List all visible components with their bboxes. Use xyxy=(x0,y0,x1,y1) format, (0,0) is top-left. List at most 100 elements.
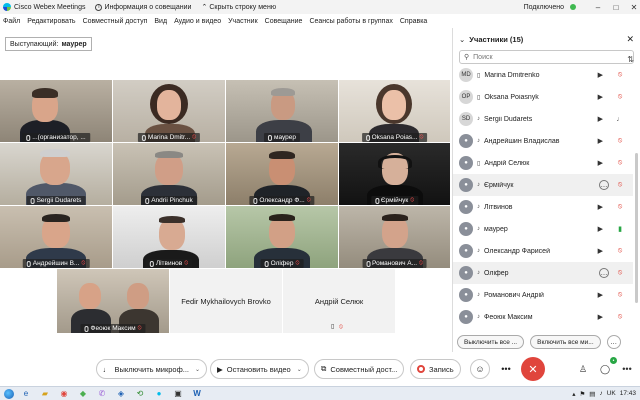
mute-button[interactable]: ♩ Выключить микроф... ⌄ xyxy=(96,359,208,379)
keyboard-language[interactable]: UK xyxy=(607,390,616,397)
close-panel-button[interactable]: ✕ xyxy=(626,34,634,45)
taskbar-viber-icon[interactable]: ✆ xyxy=(94,388,110,400)
menu-audio-video[interactable]: Аудио и видео xyxy=(174,18,221,25)
video-tile[interactable]: Оліфер ⦸ xyxy=(226,206,338,268)
taskbar-app-icon[interactable]: ◆ xyxy=(75,388,91,400)
mic-muted-icon[interactable]: ⦸ xyxy=(613,244,627,258)
mic-icon[interactable]: ♩ xyxy=(613,112,627,126)
close-button[interactable]: ✕ xyxy=(628,3,640,12)
mic-muted-icon[interactable]: ⦸ xyxy=(613,200,627,214)
participant-row[interactable]: ● ♪ Романович Андрій ▶ ⦸ xyxy=(453,284,633,306)
mic-muted-icon[interactable]: ⦸ xyxy=(613,288,627,302)
mic-muted-icon[interactable]: ⦸ xyxy=(613,68,627,82)
sort-icon[interactable]: ⇅ xyxy=(627,55,634,64)
share-button[interactable]: ⧉ Совместный дост... xyxy=(314,359,405,379)
minimize-button[interactable]: – xyxy=(592,3,604,12)
menu-help[interactable]: Справка xyxy=(400,18,427,25)
chat-icon[interactable]: … xyxy=(599,180,609,190)
video-tile[interactable]: Феоюк Максим ⦸ xyxy=(57,269,169,333)
taskbar-app-icon[interactable]: ▣ xyxy=(170,388,186,400)
chat-button[interactable]: ◯ • xyxy=(596,357,617,378)
mic-muted-icon[interactable]: ⦸ xyxy=(613,156,627,170)
more-button[interactable]: ••• xyxy=(496,359,516,379)
menu-participant[interactable]: Участник xyxy=(228,18,258,25)
participants-button[interactable]: ♙ xyxy=(574,360,592,378)
participant-row[interactable]: MD ▯ Marina Dmitrenko ▶ ⦸ xyxy=(453,64,633,86)
participant-row[interactable]: ● ♪ Оліфер … ⦸ xyxy=(453,262,633,284)
start-button[interactable] xyxy=(0,388,18,400)
menu-breakout[interactable]: Сеансы работы в группах xyxy=(309,18,392,25)
video-tile-audio-only[interactable]: Андрій Селюк ▯ ⦸ xyxy=(283,269,395,333)
panel-more-button[interactable]: ••• xyxy=(618,360,636,378)
mic-active-icon[interactable]: ▮ xyxy=(613,222,627,236)
search-input[interactable]: ⚲ Поиск xyxy=(459,50,634,64)
video-tile[interactable]: Oksana Poias... ⦸ xyxy=(339,80,450,142)
tray-flag-icon[interactable]: ⚑ xyxy=(579,390,585,398)
video-tile[interactable]: Sergii Dudarets xyxy=(0,143,112,205)
video-tile[interactable]: Андрейшин В... ⦸ xyxy=(0,206,112,268)
tray-volume-icon[interactable]: ♪ xyxy=(599,390,602,397)
end-meeting-button[interactable]: ✕ xyxy=(521,357,545,381)
participant-row[interactable]: ● ♪ Єрмійчук … ⦸ xyxy=(453,174,633,196)
menu-meeting[interactable]: Совещание xyxy=(265,18,303,25)
participant-name: Єрмійчук xyxy=(484,181,514,189)
unmute-all-button[interactable]: Включить все ми... xyxy=(530,335,601,349)
mic-muted-icon[interactable]: ⦸ xyxy=(613,266,627,280)
taskbar-folder-icon[interactable]: ▰ xyxy=(37,388,53,400)
menu-share[interactable]: Совместный доступ xyxy=(83,18,148,25)
video-tile[interactable]: Літвинов ⦸ xyxy=(113,206,225,268)
participant-row[interactable]: ● ♪ Олександр Фарисей ▶ ⦸ xyxy=(453,240,633,262)
tray-up-arrow-icon[interactable]: ▴ xyxy=(572,390,575,398)
hide-menu-toggle[interactable]: ⌃ Скрыть строку меню xyxy=(201,3,276,12)
taskbar-app-icon[interactable]: ⟲ xyxy=(132,388,148,400)
chevron-down-icon[interactable]: ⌄ xyxy=(297,366,302,373)
clock[interactable]: 17:43 xyxy=(620,390,636,397)
taskbar-word-icon[interactable]: W xyxy=(189,388,205,400)
device-icon: ♪ xyxy=(477,116,480,122)
meeting-info-link[interactable]: i Информация о совещании xyxy=(95,3,191,11)
menu-file[interactable]: Файл xyxy=(3,18,20,25)
participant-name: Андрейшин Владислав xyxy=(484,137,560,145)
participant-row[interactable]: SD ♪ Sergii Dudarets ▶ ♩ xyxy=(453,108,633,130)
maximize-button[interactable]: □ xyxy=(610,3,622,12)
stop-video-button[interactable]: ▶ Остановить видео ⌄ xyxy=(210,359,309,379)
video-tile[interactable]: Єрмійчук ⦸ xyxy=(339,143,450,205)
participant-row[interactable]: ● ♪ Літвинов ▶ ⦸ xyxy=(453,196,633,218)
video-tile[interactable]: ...(организатор, ... xyxy=(0,80,112,142)
more-options-button[interactable]: … xyxy=(606,335,621,349)
taskbar-app-icon[interactable]: ◈ xyxy=(113,388,129,400)
participant-row[interactable]: OP ▯ Oksana Poiasnyk ▶ ⦸ xyxy=(453,86,633,108)
record-button[interactable]: Запись xyxy=(410,359,461,379)
video-tile[interactable]: Andrii Pinchuk xyxy=(113,143,225,205)
mute-all-button[interactable]: Выключить все ... xyxy=(457,335,525,349)
chevron-down-icon[interactable]: ⌄ xyxy=(195,366,200,373)
reactions-button[interactable]: ☺ xyxy=(470,359,490,379)
participant-row[interactable]: ● ▯ Андрій Селюк ▶ ⦸ xyxy=(453,152,633,174)
chevron-up-icon: ⌃ xyxy=(201,4,208,11)
avatar: ● xyxy=(459,310,473,324)
tray-network-icon[interactable]: ▤ xyxy=(589,390,595,398)
video-tile-audio-only[interactable]: Fedir Mykhailovych Brovko xyxy=(170,269,282,333)
chat-icon[interactable]: … xyxy=(599,268,609,278)
taskbar-webex-icon[interactable]: ● xyxy=(151,388,167,400)
avatar: ● xyxy=(459,222,473,236)
collapse-chevron-icon[interactable]: ⌄ xyxy=(459,35,465,44)
taskbar-ie-icon[interactable]: e xyxy=(18,388,34,400)
mic-icon xyxy=(366,260,371,267)
participant-row[interactable]: ● ♪ Андрейшин Владислав ▶ ⦸ xyxy=(453,130,633,152)
mic-muted-icon[interactable]: ⦸ xyxy=(613,178,627,192)
mic-icon xyxy=(84,325,89,332)
scrollbar[interactable] xyxy=(635,153,638,303)
taskbar-chrome-icon[interactable]: ◉ xyxy=(56,388,72,400)
participant-row[interactable]: ● ♪ Феоюк Максим ▶ ⦸ xyxy=(453,306,633,328)
mic-muted-icon[interactable]: ⦸ xyxy=(613,90,627,104)
participant-row[interactable]: ● ♪ маурер ▶ ▮ xyxy=(453,218,633,240)
mic-muted-icon[interactable]: ⦸ xyxy=(613,310,627,324)
menu-edit[interactable]: Редактировать xyxy=(27,18,75,25)
video-tile[interactable]: Marina Dmitr... ⦸ xyxy=(113,80,225,142)
video-tile[interactable]: маурер xyxy=(226,80,338,142)
video-tile[interactable]: Романович А... ⦸ xyxy=(339,206,450,268)
mic-muted-icon[interactable]: ⦸ xyxy=(613,134,627,148)
menu-view[interactable]: Вид xyxy=(154,18,167,25)
video-tile[interactable]: Олександр Ф... ⦸ xyxy=(226,143,338,205)
